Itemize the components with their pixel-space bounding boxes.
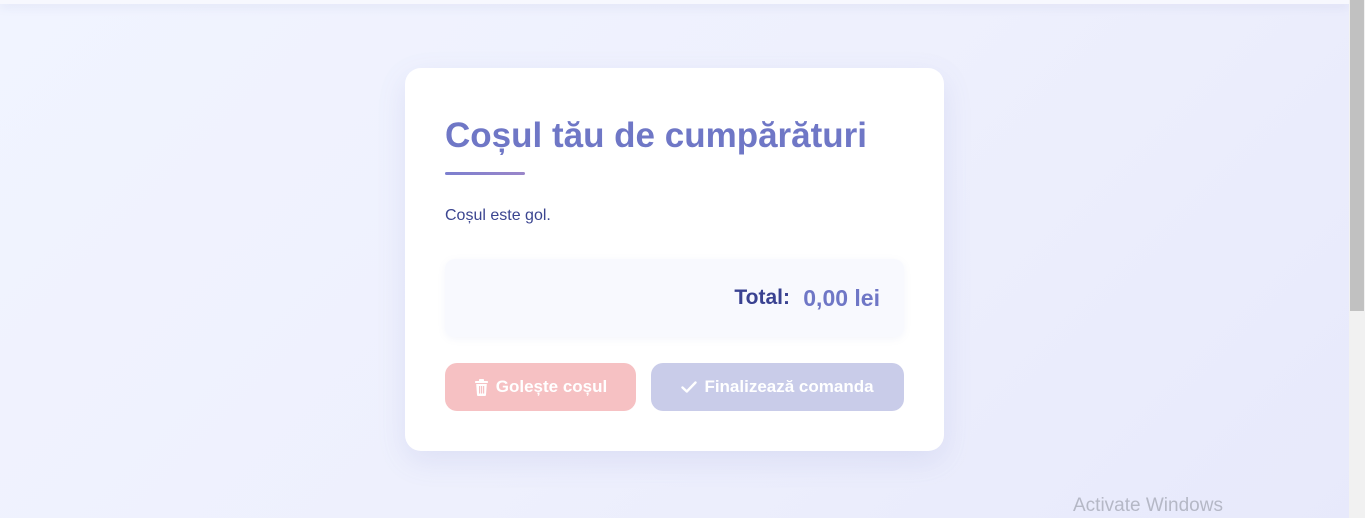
checkout-button[interactable]: Finalizează comanda (651, 363, 904, 411)
total-value: 0,00 lei (803, 285, 880, 311)
total-label: Total: (734, 286, 790, 309)
check-icon (681, 381, 698, 393)
checkout-label: Finalizează comanda (704, 377, 874, 396)
vertical-scrollbar[interactable] (1349, 0, 1365, 518)
clear-cart-button[interactable]: Golește coșul (445, 363, 636, 411)
page-title: Coșul tău de cumpărături (445, 116, 868, 155)
empty-cart-message: Coșul este gol. (445, 207, 551, 224)
scrollbar-thumb[interactable] (1350, 0, 1364, 311)
clear-cart-label: Golește coșul (495, 377, 608, 396)
total-summary: Total: 0,00 lei (445, 259, 904, 337)
top-header-bar (0, 0, 1349, 4)
title-underline (445, 172, 525, 175)
trash-icon (474, 378, 489, 396)
windows-activation-watermark: Activate Windows (1073, 495, 1223, 516)
cart-card: Coșul tău de cumpărături Coșul este gol.… (405, 68, 944, 451)
